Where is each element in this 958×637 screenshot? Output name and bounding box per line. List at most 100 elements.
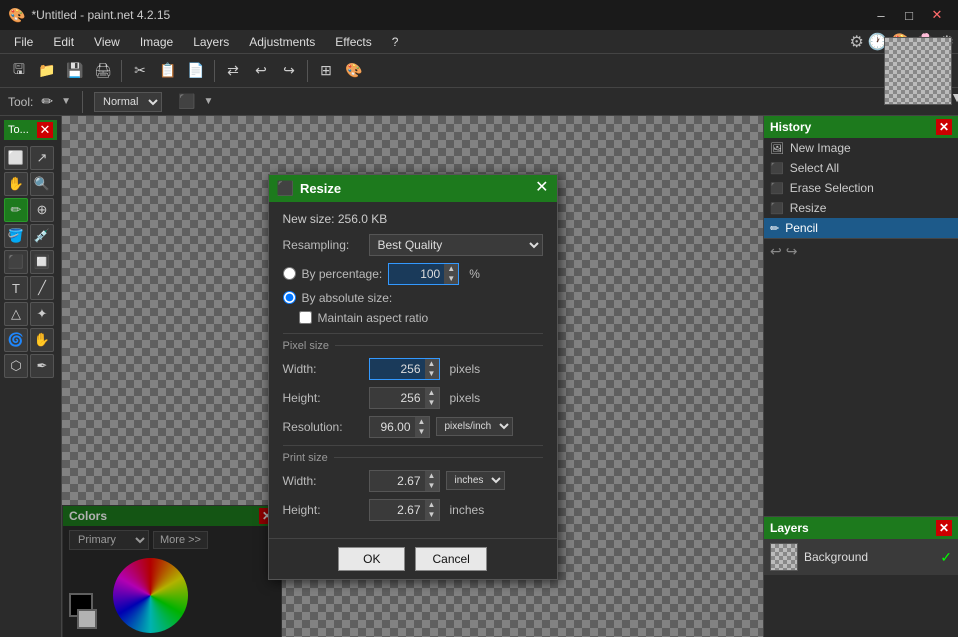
color-button[interactable]: 🎨 — [341, 58, 367, 84]
tool-text[interactable]: T — [4, 276, 28, 300]
tool-line[interactable]: ╱ — [30, 276, 54, 300]
history-item-select-all[interactable]: ⬛ Select All — [764, 158, 958, 178]
paste-button[interactable]: 📄 — [183, 58, 209, 84]
menu-edit[interactable]: Edit — [43, 33, 84, 51]
resolution-spin-up[interactable]: ▲ — [415, 417, 429, 427]
tool-color-pick[interactable]: 💉 — [30, 224, 54, 248]
pencil-dropdown-icon[interactable]: ▼ — [61, 96, 71, 107]
width-spin-down[interactable]: ▼ — [425, 369, 439, 379]
percentage-radio[interactable] — [283, 267, 296, 280]
tool-move[interactable]: ✋ — [4, 172, 28, 196]
flip-button[interactable]: ⇄ — [220, 58, 246, 84]
tool-extra2[interactable]: ✒ — [30, 354, 54, 378]
tool-pan[interactable]: ✋ — [30, 328, 54, 352]
height-spin-down[interactable]: ▼ — [425, 398, 439, 408]
tool-row-1: ⬜ ↗ — [4, 146, 57, 170]
history-close[interactable]: ✕ — [936, 119, 952, 135]
print-width-spin-up[interactable]: ▲ — [425, 471, 439, 481]
history-undo-icon[interactable]: ↩ — [770, 243, 782, 260]
settings-icon[interactable]: ⚙ — [850, 32, 864, 52]
height-spin-up[interactable]: ▲ — [425, 388, 439, 398]
pct-spin-down[interactable]: ▼ — [444, 274, 458, 284]
tool-extra1[interactable]: ⬡ — [4, 354, 28, 378]
dialog-close-button[interactable]: ✕ — [535, 180, 548, 196]
menu-image[interactable]: Image — [130, 33, 183, 51]
menu-file[interactable]: File — [4, 33, 43, 51]
resolution-spin-down[interactable]: ▼ — [415, 427, 429, 437]
tool-freeform[interactable]: ✦ — [30, 302, 54, 326]
menu-layers[interactable]: Layers — [183, 33, 239, 51]
layer-visible-icon[interactable]: ✓ — [940, 549, 952, 566]
layer-item-background[interactable]: Background ✓ — [764, 539, 958, 575]
print-width-input[interactable] — [370, 472, 425, 490]
new-button[interactable]: 🖫 — [6, 58, 32, 84]
width-label: Width: — [283, 362, 363, 376]
resolution-unit-select[interactable]: pixels/inch pixels/cm — [436, 417, 513, 436]
tool-zoom[interactable]: 🔍 — [30, 172, 54, 196]
toolbox-close[interactable]: ✕ — [37, 122, 53, 138]
print-height-spin-up[interactable]: ▲ — [425, 500, 439, 510]
tool-shapes[interactable]: △ — [4, 302, 28, 326]
print-width-unit-select[interactable]: inches cm — [446, 471, 505, 490]
title-bar-left: 🎨 *Untitled - paint.net 4.2.15 — [8, 7, 170, 24]
copy-button[interactable]: 📋 — [155, 58, 181, 84]
blend-mode-select[interactable]: Normal Multiply Screen — [94, 92, 162, 112]
cut-button[interactable]: ✂ — [127, 58, 153, 84]
thumbnail-arrow[interactable]: ▼ — [950, 89, 958, 105]
history-item-erase-selection[interactable]: ⬛ Erase Selection — [764, 178, 958, 198]
tool-clone[interactable]: ⬛ — [4, 250, 28, 274]
open-button[interactable]: 📁 — [34, 58, 60, 84]
print-height-input[interactable] — [370, 501, 425, 519]
history-item-pencil[interactable]: ✏ Pencil — [764, 218, 958, 238]
save-button[interactable]: 💾 — [62, 58, 88, 84]
tool-recolor[interactable]: 🔲 — [30, 250, 54, 274]
width-input[interactable] — [370, 360, 425, 378]
print-button[interactable]: 🖨 — [90, 58, 116, 84]
menu-effects[interactable]: Effects — [325, 33, 381, 51]
height-input[interactable] — [370, 389, 425, 407]
cancel-button[interactable]: Cancel — [415, 547, 486, 571]
dialog-info: New size: 256.0 KB — [283, 212, 543, 226]
history-item-resize[interactable]: ⬛ Resize — [764, 198, 958, 218]
history-title: History — [770, 120, 811, 134]
tool-select-magic[interactable]: ↗ — [30, 146, 54, 170]
percentage-input[interactable] — [389, 265, 444, 283]
aspect-ratio-label: Maintain aspect ratio — [318, 311, 429, 325]
menu-help[interactable]: ? — [382, 33, 409, 51]
width-spin-up[interactable]: ▲ — [425, 359, 439, 369]
canvas-area[interactable]: Colors ✕ Primary Secondary More >> — [62, 116, 763, 637]
minimize-button[interactable]: – — [868, 5, 894, 25]
tool-pencil[interactable]: ✏ — [4, 198, 28, 222]
tool-select-rect[interactable]: ⬜ — [4, 146, 28, 170]
opacity-dropdown-icon[interactable]: ▼ — [203, 96, 213, 107]
print-height-label: Height: — [283, 503, 363, 517]
history-label-erase-selection: Erase Selection — [790, 181, 874, 195]
history-redo-icon[interactable]: ↪ — [786, 243, 798, 260]
absolute-radio[interactable] — [283, 291, 296, 304]
grid-button[interactable]: ⊞ — [313, 58, 339, 84]
tool-eraser[interactable]: ⊕ — [30, 198, 54, 222]
tool-row-2: ✋ 🔍 — [4, 172, 57, 196]
layers-close[interactable]: ✕ — [936, 520, 952, 536]
menu-adjustments[interactable]: Adjustments — [239, 33, 325, 51]
print-width-spin-down[interactable]: ▼ — [425, 481, 439, 491]
undo-button[interactable]: ↩ — [248, 58, 274, 84]
resolution-input[interactable] — [370, 418, 415, 436]
tool-fill[interactable]: 🪣 — [4, 224, 28, 248]
ok-button[interactable]: OK — [338, 547, 405, 571]
pct-spin-up[interactable]: ▲ — [444, 264, 458, 274]
print-width-label: Width: — [283, 474, 363, 488]
maximize-button[interactable]: □ — [896, 5, 922, 25]
history-label-resize: Resize — [790, 201, 827, 215]
redo-button[interactable]: ↪ — [276, 58, 302, 84]
resampling-select[interactable]: Best Quality Bilinear Bicubic Nearest Ne… — [369, 234, 543, 256]
history-item-new-image[interactable]: 🖼 New Image — [764, 138, 958, 158]
aspect-ratio-checkbox[interactable] — [299, 311, 312, 324]
close-button[interactable]: ✕ — [924, 5, 950, 25]
percentage-radio-row: By percentage: ▲ ▼ % — [283, 263, 543, 285]
menu-view[interactable]: View — [84, 33, 130, 51]
print-height-spin-down[interactable]: ▼ — [425, 510, 439, 520]
layers-header: Layers ✕ — [764, 517, 958, 539]
thumbnail-preview — [884, 37, 952, 105]
tool-gradient[interactable]: 🌀 — [4, 328, 28, 352]
